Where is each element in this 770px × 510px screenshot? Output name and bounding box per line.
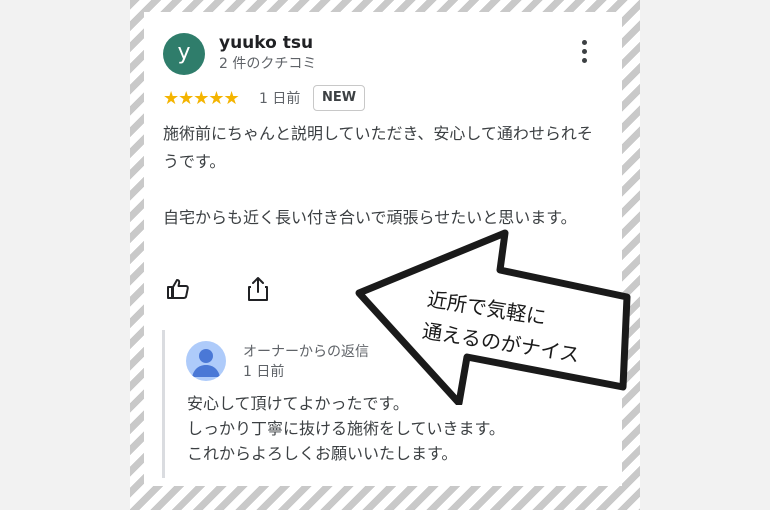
review-text: 施術前にちゃんと説明していただき、安心して通わせられそうです。 自宅からも近く長… — [163, 120, 603, 232]
reply-line: これからよろしくお願いいたします。 — [187, 444, 458, 463]
owner-reply-date: 1 日前 — [243, 364, 285, 380]
review-date: 1 日前 — [259, 91, 301, 107]
review-paragraph: 施術前にちゃんと説明していただき、安心して通わせられそうです。 — [163, 124, 593, 171]
reply-line: しっかり丁寧に抜ける施術をしていきます。 — [187, 419, 505, 438]
star-rating: ★★★★★ — [163, 88, 240, 109]
username[interactable]: yuuko tsu — [219, 33, 313, 53]
thumbs-up-icon[interactable] — [166, 277, 190, 301]
owner-reply-title: オーナーからの返信 — [243, 344, 369, 360]
share-icon[interactable] — [246, 276, 270, 302]
user-avatar[interactable]: y — [163, 33, 205, 75]
owner-avatar-icon — [186, 341, 226, 381]
review-count: 2 件のクチコミ — [219, 56, 317, 72]
more-options-icon[interactable] — [574, 40, 594, 66]
reply-divider — [162, 330, 165, 478]
new-badge: NEW — [313, 85, 366, 111]
